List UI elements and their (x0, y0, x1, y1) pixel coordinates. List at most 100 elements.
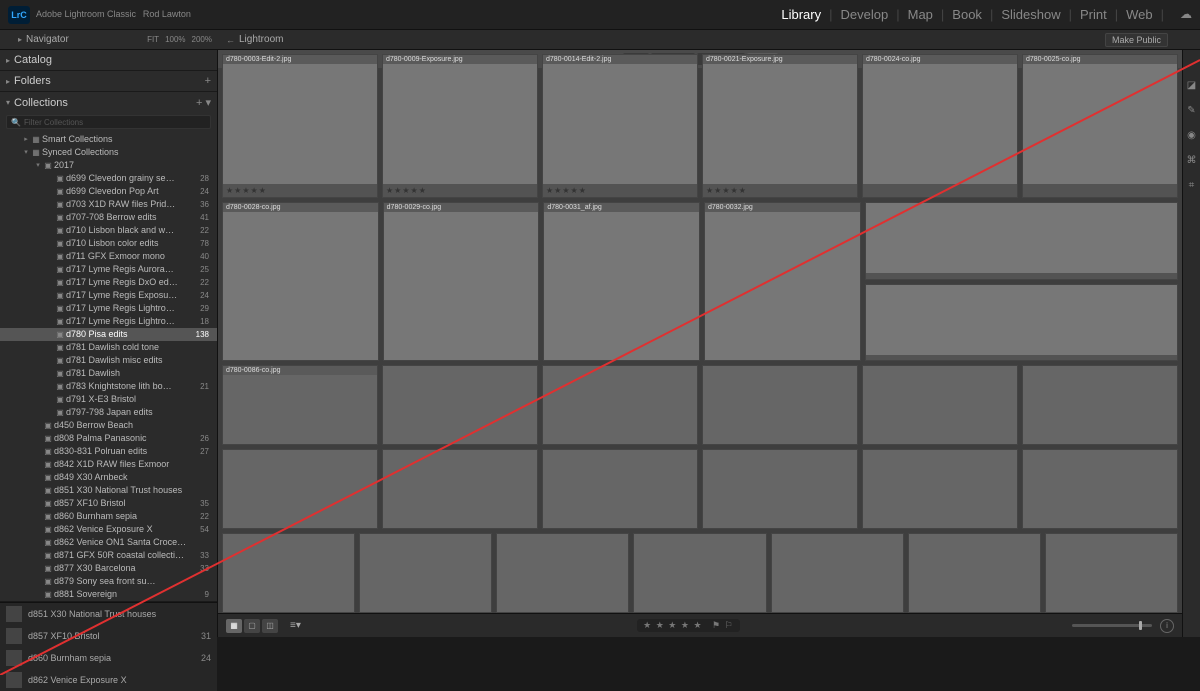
collection-item[interactable]: ▣d710 Lisbon color edits78 (0, 237, 217, 250)
collection-item[interactable]: ▣d781 Dawlish misc edits (0, 354, 217, 367)
module-book[interactable]: Book (952, 7, 982, 22)
add-folder-icon[interactable]: + (205, 75, 211, 87)
photo-cell[interactable]: d780-0021-Exposure.jpg★★★★★ (702, 54, 858, 198)
collection-item[interactable]: ▣d808 Palma Panasonic26 (0, 432, 217, 445)
collection-item[interactable]: ▸▦Smart Collections (0, 133, 217, 146)
collection-item[interactable]: ▣d879 Sony sea front su… (0, 575, 217, 588)
collection-item[interactable]: ▣d783 Knightstone lith bo…21 (0, 380, 217, 393)
thumb[interactable]: d780-0086-co.jpg (222, 365, 378, 445)
collections-panel-header[interactable]: ▾Collections+ ▾ (0, 92, 217, 113)
collection-item[interactable]: ▣d703 X1D RAW files Prid…36 (0, 198, 217, 211)
collection-item[interactable]: ▣d842 X1D RAW files Exmoor (0, 458, 217, 471)
collection-item[interactable]: ▣d450 Berrow Beach (0, 419, 217, 432)
thumbnail-size-slider[interactable] (1072, 624, 1152, 627)
sort-menu[interactable]: ≡▾ (286, 620, 305, 631)
thumb[interactable] (222, 449, 378, 529)
thumb[interactable] (862, 365, 1018, 445)
collection-item[interactable]: ▣d860 Burnham sepia22 (0, 510, 217, 523)
photo-cell[interactable]: d780-0032.jpg (704, 202, 861, 361)
collection-item[interactable]: ▣d710 Lisbon black and w…22 (0, 224, 217, 237)
compare-view-button[interactable]: ◫ (262, 619, 278, 633)
filter-collections-input[interactable]: 🔍Filter Collections (6, 115, 211, 129)
photo-cell[interactable]: d780-0014-Edit-2.jpg★★★★★ (542, 54, 698, 198)
thumb[interactable] (702, 365, 858, 445)
collection-item[interactable]: ▣d877 X30 Barcelona33 (0, 562, 217, 575)
thumb[interactable] (542, 365, 698, 445)
collection-item[interactable]: ▾▦Synced Collections (0, 146, 217, 159)
thumb[interactable] (359, 533, 492, 613)
module-develop[interactable]: Develop (841, 7, 889, 22)
photo-cell[interactable]: d780-0024-co.jpg (862, 54, 1018, 198)
eye-icon[interactable]: ◉ (1187, 130, 1196, 141)
collection-item[interactable]: ▣d717 Lyme Regis Lightro…29 (0, 302, 217, 315)
collection-item[interactable]: ▣d871 GFX 50R coastal collecti…33 (0, 549, 217, 562)
info-icon[interactable]: i (1160, 619, 1174, 633)
thumb[interactable] (1045, 533, 1178, 613)
catalog-panel-header[interactable]: ▸Catalog (0, 50, 217, 70)
recent-collection[interactable]: d860 Burnham sepia24 (0, 647, 217, 669)
photo-cell[interactable]: d780-0003-Edit-2.jpg★★★★★ (222, 54, 378, 198)
thumb[interactable] (908, 533, 1041, 613)
collection-item[interactable]: ▣d862 Venice ON1 Santa Croce… (0, 536, 217, 549)
photo-cell[interactable] (865, 202, 1178, 280)
thumb[interactable] (862, 449, 1018, 529)
thumb[interactable] (382, 365, 538, 445)
module-library[interactable]: Library (781, 7, 821, 22)
recent-collection[interactable]: d857 XF10 Bristol31 (0, 625, 217, 647)
thumb[interactable] (222, 533, 355, 613)
tag-icon[interactable]: ⌘ (1187, 155, 1197, 166)
thumb[interactable] (542, 449, 698, 529)
collection-item[interactable]: ▣d699 Clevedon Pop Art24 (0, 185, 217, 198)
collection-item[interactable]: ▣d717 Lyme Regis Exposu…24 (0, 289, 217, 302)
collection-item[interactable]: ▣d711 GFX Exmoor mono40 (0, 250, 217, 263)
make-public-button[interactable]: Make Public (1105, 33, 1168, 47)
collection-item[interactable]: ▣d862 Venice Exposure X54 (0, 523, 217, 536)
navigator-header[interactable]: ▸ Navigator FIT100%200% (0, 30, 218, 50)
collection-item[interactable]: ▣d857 XF10 Bristol35 (0, 497, 217, 510)
photo-cell[interactable] (865, 284, 1178, 362)
collection-item[interactable]: ▾▣2017 (0, 159, 217, 172)
collection-item[interactable]: ▣d717 Lyme Regis Aurora…25 (0, 263, 217, 276)
thumb[interactable] (702, 449, 858, 529)
back-icon[interactable]: ← (226, 35, 235, 45)
add-collection-icon[interactable]: + ▾ (196, 96, 211, 109)
collection-item[interactable]: ▣d881 Sovereign9 (0, 588, 217, 601)
collection-item[interactable]: ▣d717 Lyme Regis Lightro…18 (0, 315, 217, 328)
histogram-icon[interactable]: ◪ (1187, 80, 1196, 91)
collection-item[interactable]: ▣d699 Clevedon grainy se…28 (0, 172, 217, 185)
thumb[interactable] (1022, 365, 1178, 445)
photo-cell[interactable]: d780-0028-co.jpg (222, 202, 379, 361)
collection-item[interactable]: ▣d717 Lyme Regis DxO ed…22 (0, 276, 217, 289)
photo-cell[interactable]: d780-0009-Exposure.jpg★★★★★ (382, 54, 538, 198)
collection-item[interactable]: ▣d791 X-E3 Bristol (0, 393, 217, 406)
loupe-view-button[interactable]: ▢ (244, 619, 260, 633)
cloud-sync-icon[interactable]: ☁ (1180, 7, 1192, 22)
collection-item[interactable]: ▣d781 Dawlish (0, 367, 217, 380)
photo-cell[interactable]: d780-0031_af.jpg (543, 202, 700, 361)
grid-view-button[interactable]: ▦ (226, 619, 242, 633)
photo-cell[interactable]: d780-0025-co.jpg (1022, 54, 1178, 198)
rating-filter[interactable]: ★ ★ ★ ★ ★ ⚑ ⚐ (637, 619, 740, 632)
thumb[interactable] (382, 449, 538, 529)
thumb[interactable] (496, 533, 629, 613)
collection-item[interactable]: ▣d707-708 Berrow edits41 (0, 211, 217, 224)
thumb[interactable] (771, 533, 904, 613)
collection-item[interactable]: ▣d797-798 Japan edits (0, 406, 217, 419)
collection-item[interactable]: ▣d851 X30 National Trust houses (0, 484, 217, 497)
keyword-icon[interactable]: ⌗ (1189, 180, 1195, 191)
collection-item[interactable]: ▣d780 Pisa edits138 (0, 328, 217, 341)
collection-item[interactable]: ▣d781 Dawlish cold tone (0, 341, 217, 354)
recent-collection[interactable]: d862 Venice Exposure X (0, 669, 217, 691)
collection-item[interactable]: ▣d849 X30 Arnbeck (0, 471, 217, 484)
collection-item[interactable]: ▣d830-831 Polruan edits27 (0, 445, 217, 458)
module-web[interactable]: Web (1126, 7, 1153, 22)
thumb[interactable] (1022, 449, 1178, 529)
module-slideshow[interactable]: Slideshow (1001, 7, 1060, 22)
module-print[interactable]: Print (1080, 7, 1107, 22)
folders-panel-header[interactable]: ▸Folders+ (0, 71, 217, 91)
module-map[interactable]: Map (908, 7, 933, 22)
photo-cell[interactable]: d780-0029-co.jpg (383, 202, 540, 361)
zoom-options[interactable]: FIT100%200% (147, 35, 212, 44)
crop-icon[interactable]: ✎ (1187, 105, 1195, 116)
recent-collection[interactable]: d851 X30 National Trust houses (0, 603, 217, 625)
